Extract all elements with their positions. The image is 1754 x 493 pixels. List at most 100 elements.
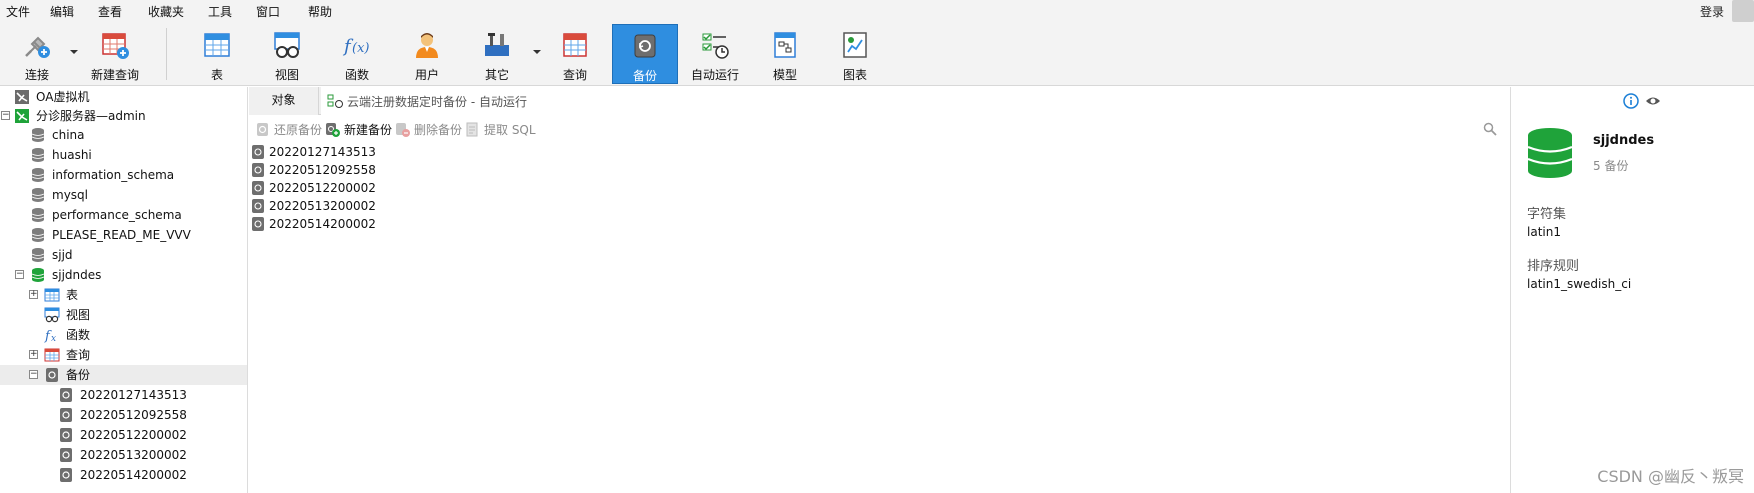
backup-filename: 20220514200002 [269, 217, 376, 231]
tree-item-queries[interactable]: + 查询 [0, 345, 247, 365]
backup-file-icon [60, 468, 72, 482]
menu-tools[interactable]: 工具 [208, 3, 232, 20]
user-button[interactable]: 用户 [394, 24, 460, 84]
tab-auto-run[interactable]: 云端注册数据定时备份 - 自动运行 [321, 87, 1509, 115]
tree-item-backup-file[interactable]: 20220127143513 [0, 385, 247, 405]
tree-item-database[interactable]: PLEASE_READ_ME_VVV [0, 225, 247, 245]
auto-run-icon [327, 94, 343, 108]
table-button[interactable]: 表 [184, 24, 250, 84]
tree-item-vm[interactable]: OA虚拟机 [0, 87, 247, 107]
svg-text:x: x [51, 334, 56, 343]
menu-view[interactable]: 查看 [98, 3, 122, 20]
backup-file-icon [60, 388, 72, 402]
menu-file[interactable]: 文件 [6, 3, 30, 20]
tree-label: 备份 [66, 368, 91, 382]
view-button[interactable]: 视图 [254, 24, 320, 84]
backup-file-icon [252, 181, 264, 195]
database-icon [31, 248, 45, 262]
tree-item-database[interactable]: performance_schema [0, 205, 247, 225]
other-button[interactable]: 其它 [464, 24, 530, 84]
tree-label: sjjdndes [52, 268, 102, 282]
tree-item-backup-file[interactable]: 20220512092558 [0, 405, 247, 425]
tab-auto-run-label: 云端注册数据定时备份 - 自动运行 [347, 95, 527, 109]
tree-label: sjjd [52, 248, 73, 262]
eye-icon[interactable] [1645, 93, 1661, 109]
menu-bar: 文件 编辑 查看 收藏夹 工具 窗口 帮助 登录 [0, 0, 1754, 22]
tree-label: china [52, 128, 85, 142]
chart-button[interactable]: 图表 [822, 24, 888, 84]
menu-favorites[interactable]: 收藏夹 [148, 3, 184, 20]
database-icon [31, 188, 45, 202]
connect-dropdown-caret[interactable] [70, 50, 78, 54]
tree-item-open-database[interactable]: − sjjdndes [0, 265, 247, 285]
tree-item-tables[interactable]: + 表 [0, 285, 247, 305]
new-query-button[interactable]: 新建查询 [82, 24, 148, 84]
tree-item-functions[interactable]: f x 函数 [0, 325, 247, 345]
query-icon [563, 33, 587, 57]
query-label: 查询 [562, 68, 587, 82]
table-icon [204, 33, 230, 57]
collapse-toggle[interactable]: − [1, 111, 10, 120]
login-link[interactable]: 登录 [1700, 3, 1724, 20]
tree-label: 查询 [66, 348, 91, 362]
charset-value: latin1 [1527, 225, 1561, 239]
backup-filename: 20220513200002 [269, 199, 376, 213]
backup-file-icon [60, 448, 72, 462]
connection-icon [15, 109, 29, 123]
watermark: CSDN @幽反丶叛冥 [1597, 467, 1744, 486]
backup-filename: 20220127143513 [269, 145, 376, 159]
connect-button[interactable]: 连接 [4, 24, 70, 84]
tree-item-database[interactable]: sjjd [0, 245, 247, 265]
menu-edit[interactable]: 编辑 [50, 3, 74, 20]
database-icon [31, 228, 45, 242]
tree-label: 函数 [66, 328, 91, 342]
tree-label: huashi [52, 148, 92, 162]
avatar[interactable] [1732, 0, 1754, 22]
connection-icon [15, 90, 29, 104]
function-icon: f (x) [342, 36, 369, 57]
backup-button[interactable]: 备份 [612, 24, 678, 84]
model-button[interactable]: 模型 [752, 24, 818, 84]
collapse-toggle[interactable]: − [29, 370, 38, 379]
info-icon[interactable] [1623, 93, 1639, 109]
backup-file-icon [252, 199, 264, 213]
tree-label: 视图 [66, 308, 91, 322]
table-icon [44, 288, 60, 302]
navigation-tree: OA虚拟机 − 分诊服务器—admin china huashi informa… [0, 87, 248, 493]
menu-help[interactable]: 帮助 [308, 3, 332, 20]
query-button[interactable]: 查询 [542, 24, 608, 84]
backup-icon [634, 34, 656, 58]
restore-backup-label: 还原备份 [274, 123, 323, 137]
collapse-toggle[interactable]: − [15, 270, 24, 279]
view-icon [44, 307, 60, 323]
tree-item-server[interactable]: − 分诊服务器—admin [0, 106, 247, 126]
table-label: 表 [210, 68, 223, 82]
tree-item-database[interactable]: huashi [0, 145, 247, 165]
backup-list: 20220127143513 20220512092558 2022051220… [249, 143, 1509, 493]
extract-sql-icon [466, 122, 478, 137]
tree-item-database[interactable]: china [0, 125, 247, 145]
tree-item-backup-file[interactable]: 20220513200002 [0, 445, 247, 465]
tree-item-database[interactable]: information_schema [0, 165, 247, 185]
tree-item-database[interactable]: mysql [0, 185, 247, 205]
backup-count: 5 备份 [1593, 159, 1629, 173]
tree-item-views[interactable]: 视图 [0, 305, 247, 325]
tree-item-backups[interactable]: − 备份 [0, 365, 247, 385]
other-dropdown-caret[interactable] [533, 50, 541, 54]
model-icon [774, 32, 796, 58]
auto-run-button[interactable]: 自动运行 [682, 24, 748, 84]
menu-window[interactable]: 窗口 [256, 3, 280, 20]
charset-key: 字符集 [1527, 207, 1567, 222]
tree-item-backup-file[interactable]: 20220512200002 [0, 425, 247, 445]
function-button[interactable]: f (x) 函数 [324, 24, 390, 84]
search-icon[interactable] [1483, 122, 1497, 136]
database-open-icon [31, 268, 45, 282]
expand-toggle[interactable]: + [29, 350, 38, 359]
tree-item-backup-file[interactable]: 20220514200002 [0, 465, 247, 485]
tools-icon [485, 33, 509, 56]
tab-object[interactable]: 对象 [249, 87, 319, 115]
query-icon [44, 348, 60, 362]
backup-file-icon [252, 145, 264, 159]
expand-toggle[interactable]: + [29, 290, 38, 299]
tree-label: 分诊服务器—admin [36, 109, 146, 123]
